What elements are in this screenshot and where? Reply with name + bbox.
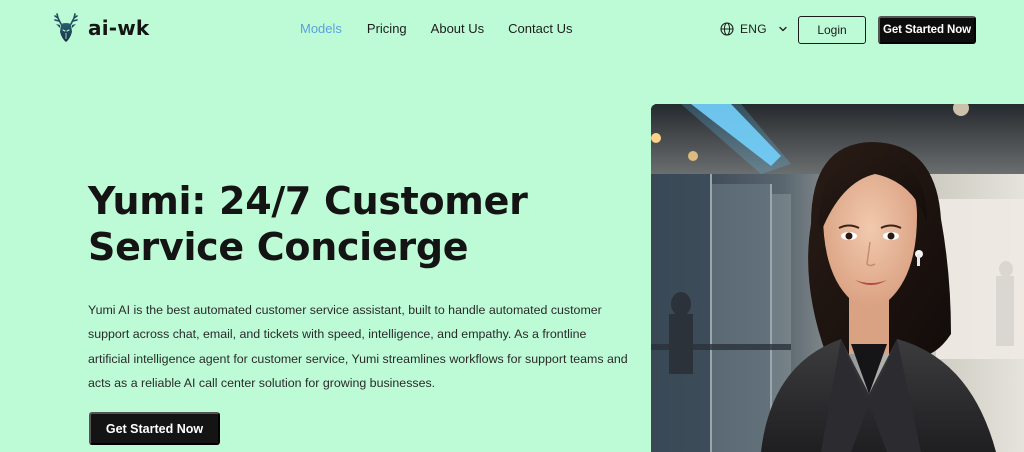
hero-get-started-button[interactable]: Get Started Now	[89, 412, 220, 445]
brand-name: ai-wk	[88, 16, 150, 40]
nav-link-pricing[interactable]: Pricing	[367, 21, 407, 36]
hero-image	[651, 104, 1024, 452]
site-header: ai-wk Models Pricing About Us Contact Us…	[0, 0, 1024, 60]
chevron-down-icon	[779, 26, 787, 32]
globe-icon	[720, 22, 734, 36]
office-woman-photo	[651, 104, 1024, 452]
main-nav: Models Pricing About Us Contact Us	[300, 21, 572, 36]
nav-link-about-us[interactable]: About Us	[431, 21, 484, 36]
language-label: ENG	[740, 22, 767, 36]
hero-title: Yumi: 24/7 Customer Service Concierge	[88, 179, 528, 269]
brand-logo[interactable]: ai-wk	[52, 12, 149, 44]
login-button[interactable]: Login	[798, 16, 866, 44]
nav-link-contact-us[interactable]: Contact Us	[508, 21, 572, 36]
nav-link-models[interactable]: Models	[300, 21, 342, 36]
language-selector[interactable]: ENG	[720, 21, 788, 37]
deer-head-icon	[54, 13, 78, 42]
hero-description: Yumi AI is the best automated customer s…	[88, 303, 628, 390]
header-get-started-button[interactable]: Get Started Now	[878, 16, 976, 44]
